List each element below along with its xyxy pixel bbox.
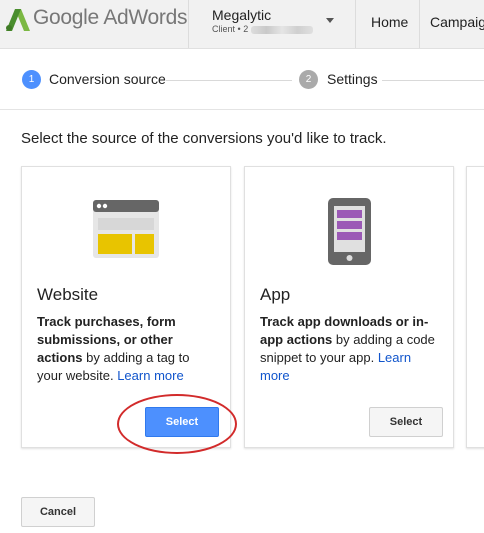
app-source-card[interactable]: App Track app downloads or in-app action… (244, 166, 454, 448)
cancel-button[interactable]: Cancel (21, 497, 95, 527)
progress-stepper: 1 Conversion source 2 Settings (0, 49, 484, 110)
card-description: Track purchases, form submissions, or ot… (37, 313, 217, 385)
step-2-label: Settings (327, 71, 378, 87)
smartphone-icon (328, 198, 371, 265)
logo-google-text: Google (33, 6, 99, 29)
chevron-down-icon[interactable] (326, 18, 334, 23)
adwords-logo-text[interactable]: Google AdWords (33, 6, 188, 30)
step-1-label: Conversion source (49, 71, 166, 87)
select-website-button[interactable]: Select (145, 407, 219, 437)
account-name: Megalytic (212, 7, 272, 23)
website-source-card[interactable]: Website Track purchases, form submission… (21, 166, 231, 448)
step-1-number: 1 (22, 70, 41, 89)
header-divider (355, 0, 356, 48)
logo-product-text: AdWords (103, 6, 188, 29)
header-divider (188, 0, 189, 48)
top-header: Google AdWords Megalytic Client • 2 Home… (0, 0, 484, 49)
browser-window-icon (93, 200, 159, 258)
page-instruction: Select the source of the conversions you… (21, 130, 387, 147)
learn-more-link[interactable]: Learn more (117, 368, 183, 383)
redacted-client-id (251, 25, 314, 34)
step-connector (166, 80, 292, 81)
card-description: Track app downloads or in-app actions by… (260, 313, 440, 385)
adwords-logo-icon (6, 9, 30, 31)
nav-home[interactable]: Home (371, 14, 408, 30)
select-app-button[interactable]: Select (369, 407, 443, 437)
account-switcher[interactable]: Megalytic Client • 2 (212, 7, 314, 34)
nav-campaigns[interactable]: Campaigns (430, 14, 484, 30)
client-label: Client • (212, 24, 241, 34)
partial-source-card[interactable] (466, 166, 484, 448)
card-title: Website (37, 285, 99, 304)
client-id: 2 (243, 24, 249, 34)
card-title: App (260, 285, 291, 304)
header-divider (419, 0, 420, 48)
step-connector (382, 80, 484, 81)
step-2-number: 2 (299, 70, 318, 89)
account-client-line: Client • 2 (212, 24, 314, 34)
